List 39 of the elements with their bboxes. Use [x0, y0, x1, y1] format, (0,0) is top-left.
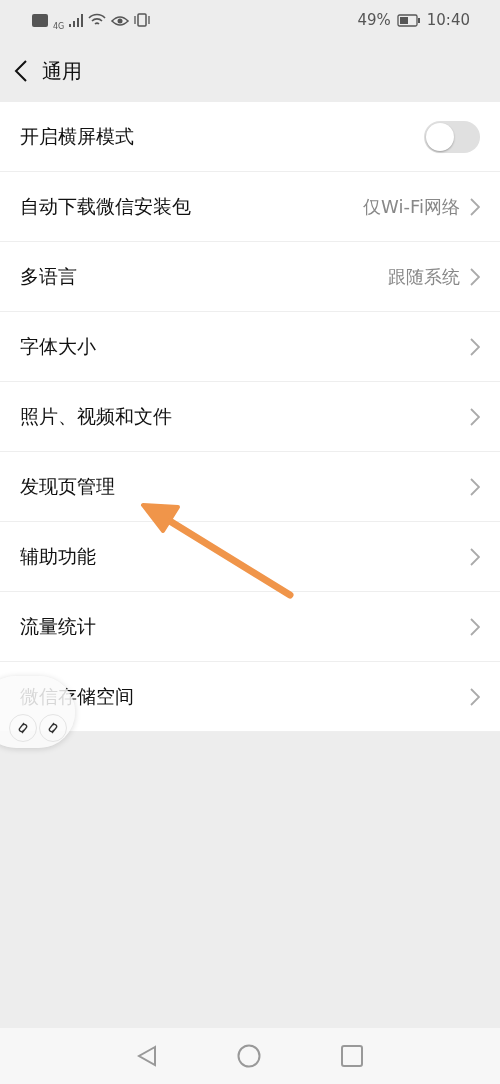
- setting-label: 自动下载微信安装包: [20, 193, 191, 219]
- setting-label: 照片、视频和文件: [20, 403, 172, 429]
- back-nav-icon[interactable]: [137, 1045, 157, 1067]
- chevron-icon: [470, 477, 480, 496]
- eye-icon: [111, 13, 130, 27]
- wifi-icon: [88, 13, 107, 27]
- recents-nav-icon[interactable]: [341, 1045, 363, 1067]
- setting-label: 字体大小: [20, 333, 96, 359]
- back-icon[interactable]: [14, 60, 28, 82]
- chevron-icon: [470, 617, 480, 636]
- clock-time: 10:40: [426, 11, 470, 29]
- chevron-icon: [470, 197, 480, 216]
- network-label: 4G: [53, 21, 65, 31]
- chevron-icon: [470, 687, 480, 706]
- setting-label: 多语言: [20, 263, 77, 289]
- settings-row[interactable]: 照片、视频和文件: [0, 382, 500, 452]
- setting-label: 流量统计: [20, 613, 96, 639]
- home-nav-icon[interactable]: [237, 1044, 261, 1068]
- setting-label: 辅助功能: [20, 543, 96, 569]
- settings-row[interactable]: 自动下载微信安装包 仅Wi-Fi网络: [0, 172, 500, 242]
- link-icon: [46, 721, 59, 735]
- page-title: 通用: [42, 57, 82, 85]
- chevron-icon: [470, 407, 480, 426]
- settings-row[interactable]: 多语言 跟随系统: [0, 242, 500, 312]
- setting-label: 发现页管理: [20, 473, 115, 499]
- setting-value: 跟随系统: [388, 264, 460, 289]
- toggle-switch[interactable]: [424, 120, 480, 153]
- chevron-icon: [470, 267, 480, 286]
- link-icon: [16, 721, 29, 735]
- battery-percent: 49%: [357, 11, 391, 29]
- vibrate-icon: [134, 13, 151, 27]
- settings-row[interactable]: 字体大小: [0, 312, 500, 382]
- signal-icon: [69, 13, 84, 27]
- setting-value: 仅Wi-Fi网络: [363, 194, 460, 219]
- chevron-icon: [470, 547, 480, 566]
- battery-icon: [396, 13, 421, 27]
- settings-row[interactable]: 流量统计: [0, 592, 500, 662]
- setting-label: 开启横屏模式: [20, 123, 134, 149]
- chevron-icon: [470, 337, 480, 356]
